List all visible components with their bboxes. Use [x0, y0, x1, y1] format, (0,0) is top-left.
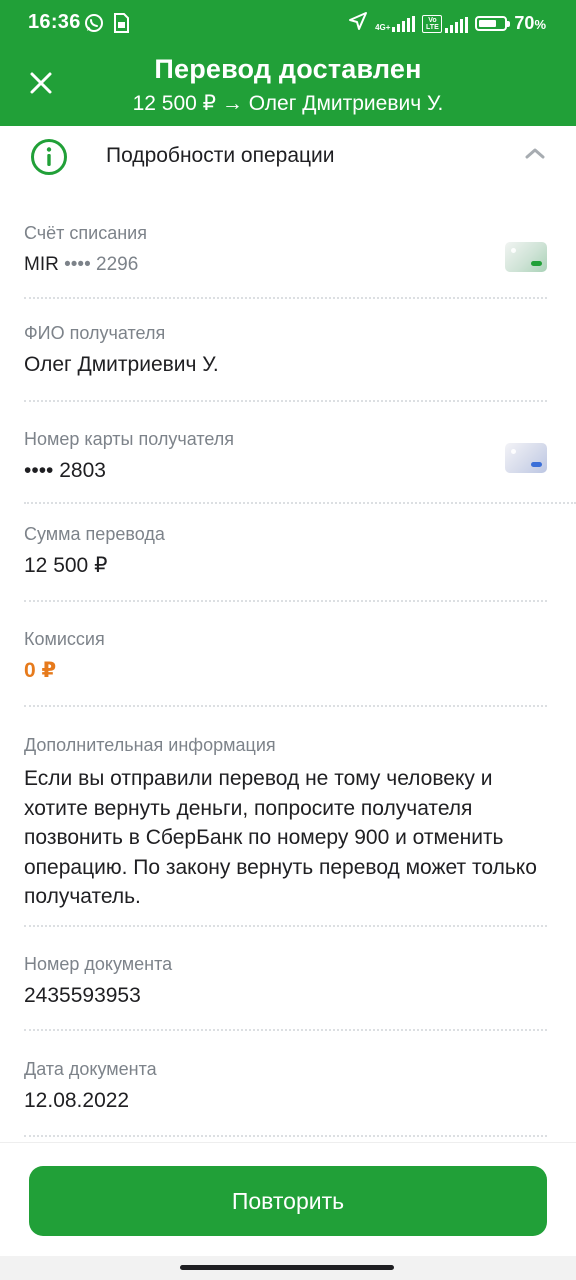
- divider: [24, 600, 547, 602]
- header: Перевод доставлен 12 500 ₽ → Олег Дмитри…: [0, 44, 576, 126]
- home-indicator[interactable]: [180, 1265, 394, 1270]
- volte-label: Vo LTE: [422, 14, 443, 33]
- battery-percent: 70%: [514, 13, 546, 33]
- card-icon: [505, 242, 547, 272]
- field-amount: Сумма перевода 12 500 ₽: [24, 523, 547, 579]
- status-right: 4G+ Vo LTE 70%: [348, 11, 546, 36]
- location-arrow-icon: [348, 11, 368, 36]
- divider: [24, 705, 547, 707]
- signal-icon: 4G+: [375, 15, 416, 32]
- field-label: Дополнительная информация: [24, 735, 276, 755]
- battery-fill: [479, 20, 497, 27]
- field-recipient-name: ФИО получателя Олег Дмитриевич У.: [24, 322, 547, 378]
- field-value: 2435593953: [24, 984, 141, 1007]
- field-document-date: Дата документа 12.08.2022: [24, 1058, 547, 1114]
- field-label: Счёт списания: [24, 223, 147, 243]
- page-title: Перевод доставлен: [154, 54, 422, 84]
- info-icon: [31, 139, 67, 175]
- field-debit-account: Счёт списания MIR •••• 2296: [24, 222, 547, 278]
- divider: [24, 1135, 547, 1137]
- card-system: MIR: [24, 254, 59, 275]
- field-value: •••• 2803: [24, 459, 106, 482]
- field-label: Сумма перевода: [24, 524, 165, 544]
- card-number-masked: •••• 2296: [64, 254, 139, 275]
- field-value: Если вы отправили перевод не тому челове…: [24, 767, 537, 908]
- volte-signal-icon: Vo LTE: [422, 14, 469, 33]
- field-recipient-card: Номер карты получателя •••• 2803: [24, 428, 547, 484]
- field-label: Комиссия: [24, 629, 105, 649]
- field-value: Олег Дмитриевич У.: [24, 353, 219, 376]
- field-label: ФИО получателя: [24, 323, 166, 343]
- field-value: 12 500 ₽: [24, 554, 108, 577]
- field-value: MIR •••• 2296: [24, 252, 547, 278]
- network-label: 4G+: [375, 22, 391, 32]
- battery-icon: [475, 16, 511, 31]
- field-value: 0 ₽: [24, 659, 57, 682]
- divider: [24, 1029, 547, 1031]
- field-value: 12.08.2022: [24, 1089, 130, 1112]
- status-time: 16:36: [28, 11, 81, 33]
- repeat-button[interactable]: Повторить: [29, 1166, 547, 1236]
- status-left-icons: [84, 13, 130, 38]
- chevron-up-icon: [525, 148, 545, 159]
- divider: [24, 502, 576, 504]
- divider: [24, 297, 547, 299]
- bottom-action-bar: Повторить: [0, 1142, 576, 1257]
- card-icon: [505, 443, 547, 473]
- details-section-title: Подробности операции: [106, 144, 335, 167]
- field-label: Дата документа: [24, 1059, 157, 1079]
- divider: [24, 400, 547, 402]
- status-bar: 16:36 4G+ Vo LTE 70%: [0, 0, 576, 44]
- field-label: Номер карты получателя: [24, 429, 235, 449]
- field-commission: Комиссия 0 ₽: [24, 628, 547, 684]
- details-section-toggle[interactable]: Подробности операции: [0, 126, 576, 190]
- system-nav-bar: [0, 1256, 576, 1280]
- field-additional-info: Дополнительная информация Если вы отправ…: [24, 734, 547, 912]
- sim-card-icon: [112, 13, 130, 38]
- page-subtitle: 12 500 ₽ → Олег Дмитриевич У.: [132, 92, 444, 115]
- field-document-number: Номер документа 2435593953: [24, 953, 547, 1009]
- screen: 16:36 4G+ Vo LTE 70% Перевод доставлен 1…: [0, 0, 576, 1280]
- divider: [24, 925, 547, 927]
- whatsapp-icon: [84, 13, 104, 38]
- field-label: Номер документа: [24, 954, 173, 974]
